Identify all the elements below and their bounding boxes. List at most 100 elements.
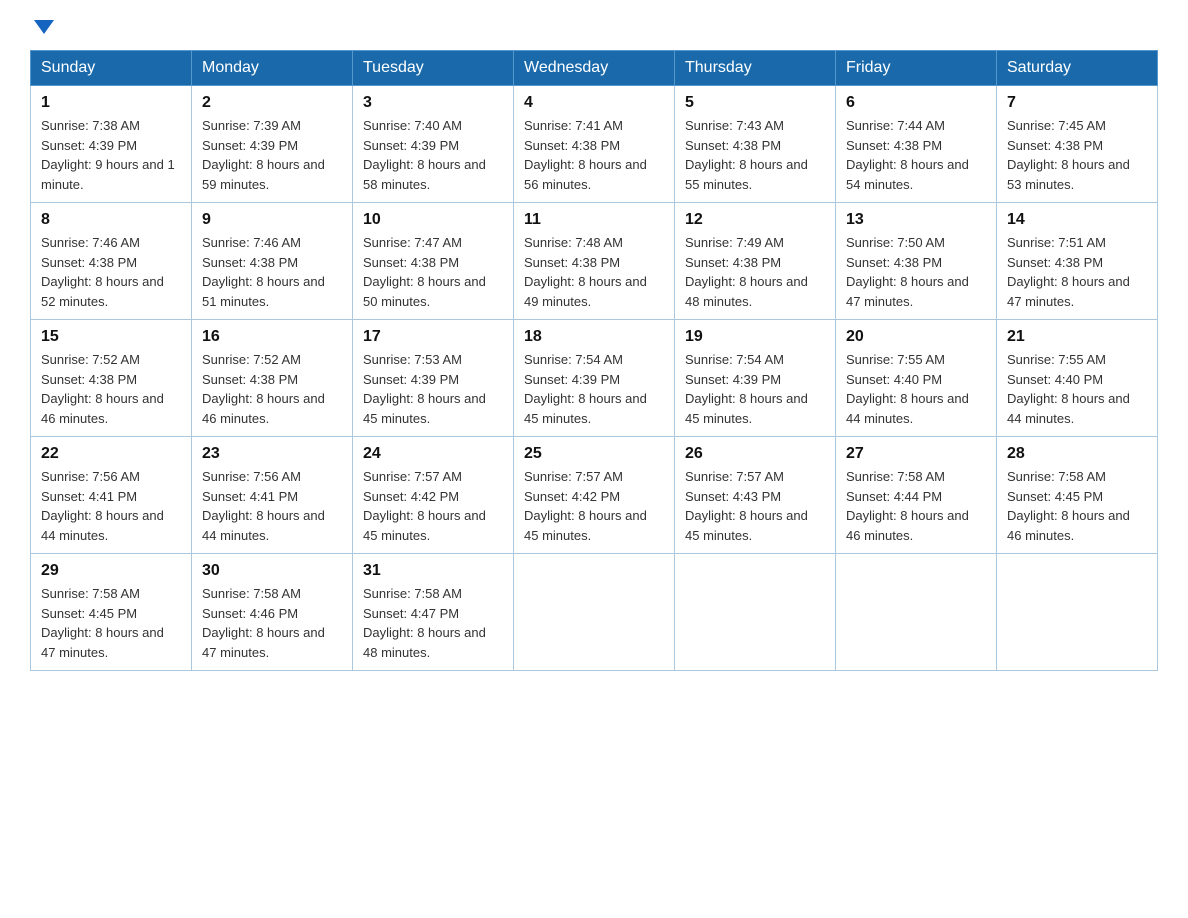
weekday-header-wednesday: Wednesday bbox=[514, 51, 675, 86]
calendar-table: SundayMondayTuesdayWednesdayThursdayFrid… bbox=[30, 50, 1158, 671]
day-number: 28 bbox=[1007, 445, 1147, 463]
day-number: 13 bbox=[846, 211, 986, 229]
day-number: 24 bbox=[363, 445, 503, 463]
calendar-week-row-3: 15 Sunrise: 7:52 AMSunset: 4:38 PMDaylig… bbox=[31, 320, 1158, 437]
day-number: 26 bbox=[685, 445, 825, 463]
calendar-day-10: 10 Sunrise: 7:47 AMSunset: 4:38 PMDaylig… bbox=[353, 203, 514, 320]
weekday-header-friday: Friday bbox=[836, 51, 997, 86]
day-info: Sunrise: 7:45 AMSunset: 4:38 PMDaylight:… bbox=[1007, 116, 1147, 194]
day-number: 22 bbox=[41, 445, 181, 463]
day-info: Sunrise: 7:57 AMSunset: 4:43 PMDaylight:… bbox=[685, 467, 825, 545]
day-number: 14 bbox=[1007, 211, 1147, 229]
calendar-day-27: 27 Sunrise: 7:58 AMSunset: 4:44 PMDaylig… bbox=[836, 437, 997, 554]
day-info: Sunrise: 7:50 AMSunset: 4:38 PMDaylight:… bbox=[846, 233, 986, 311]
day-info: Sunrise: 7:55 AMSunset: 4:40 PMDaylight:… bbox=[846, 350, 986, 428]
calendar-day-6: 6 Sunrise: 7:44 AMSunset: 4:38 PMDayligh… bbox=[836, 86, 997, 203]
calendar-empty-cell bbox=[997, 554, 1158, 671]
calendar-day-20: 20 Sunrise: 7:55 AMSunset: 4:40 PMDaylig… bbox=[836, 320, 997, 437]
calendar-day-29: 29 Sunrise: 7:58 AMSunset: 4:45 PMDaylig… bbox=[31, 554, 192, 671]
page-header bbox=[30, 20, 1158, 32]
calendar-day-13: 13 Sunrise: 7:50 AMSunset: 4:38 PMDaylig… bbox=[836, 203, 997, 320]
day-number: 10 bbox=[363, 211, 503, 229]
calendar-day-8: 8 Sunrise: 7:46 AMSunset: 4:38 PMDayligh… bbox=[31, 203, 192, 320]
calendar-day-12: 12 Sunrise: 7:49 AMSunset: 4:38 PMDaylig… bbox=[675, 203, 836, 320]
calendar-week-row-2: 8 Sunrise: 7:46 AMSunset: 4:38 PMDayligh… bbox=[31, 203, 1158, 320]
day-info: Sunrise: 7:58 AMSunset: 4:45 PMDaylight:… bbox=[1007, 467, 1147, 545]
calendar-day-18: 18 Sunrise: 7:54 AMSunset: 4:39 PMDaylig… bbox=[514, 320, 675, 437]
day-info: Sunrise: 7:38 AMSunset: 4:39 PMDaylight:… bbox=[41, 116, 181, 194]
calendar-empty-cell bbox=[514, 554, 675, 671]
day-number: 15 bbox=[41, 328, 181, 346]
logo bbox=[30, 20, 54, 32]
day-number: 8 bbox=[41, 211, 181, 229]
day-info: Sunrise: 7:44 AMSunset: 4:38 PMDaylight:… bbox=[846, 116, 986, 194]
calendar-week-row-4: 22 Sunrise: 7:56 AMSunset: 4:41 PMDaylig… bbox=[31, 437, 1158, 554]
calendar-day-3: 3 Sunrise: 7:40 AMSunset: 4:39 PMDayligh… bbox=[353, 86, 514, 203]
day-number: 1 bbox=[41, 94, 181, 112]
calendar-day-2: 2 Sunrise: 7:39 AMSunset: 4:39 PMDayligh… bbox=[192, 86, 353, 203]
calendar-day-7: 7 Sunrise: 7:45 AMSunset: 4:38 PMDayligh… bbox=[997, 86, 1158, 203]
day-info: Sunrise: 7:55 AMSunset: 4:40 PMDaylight:… bbox=[1007, 350, 1147, 428]
day-number: 20 bbox=[846, 328, 986, 346]
day-info: Sunrise: 7:53 AMSunset: 4:39 PMDaylight:… bbox=[363, 350, 503, 428]
calendar-day-24: 24 Sunrise: 7:57 AMSunset: 4:42 PMDaylig… bbox=[353, 437, 514, 554]
day-number: 5 bbox=[685, 94, 825, 112]
day-info: Sunrise: 7:49 AMSunset: 4:38 PMDaylight:… bbox=[685, 233, 825, 311]
calendar-empty-cell bbox=[836, 554, 997, 671]
day-number: 7 bbox=[1007, 94, 1147, 112]
calendar-day-1: 1 Sunrise: 7:38 AMSunset: 4:39 PMDayligh… bbox=[31, 86, 192, 203]
calendar-week-row-5: 29 Sunrise: 7:58 AMSunset: 4:45 PMDaylig… bbox=[31, 554, 1158, 671]
day-info: Sunrise: 7:43 AMSunset: 4:38 PMDaylight:… bbox=[685, 116, 825, 194]
day-number: 12 bbox=[685, 211, 825, 229]
calendar-day-21: 21 Sunrise: 7:55 AMSunset: 4:40 PMDaylig… bbox=[997, 320, 1158, 437]
calendar-empty-cell bbox=[675, 554, 836, 671]
day-number: 19 bbox=[685, 328, 825, 346]
calendar-day-16: 16 Sunrise: 7:52 AMSunset: 4:38 PMDaylig… bbox=[192, 320, 353, 437]
calendar-day-30: 30 Sunrise: 7:58 AMSunset: 4:46 PMDaylig… bbox=[192, 554, 353, 671]
day-info: Sunrise: 7:39 AMSunset: 4:39 PMDaylight:… bbox=[202, 116, 342, 194]
weekday-header-saturday: Saturday bbox=[997, 51, 1158, 86]
day-info: Sunrise: 7:52 AMSunset: 4:38 PMDaylight:… bbox=[41, 350, 181, 428]
day-number: 30 bbox=[202, 562, 342, 580]
day-info: Sunrise: 7:58 AMSunset: 4:46 PMDaylight:… bbox=[202, 584, 342, 662]
weekday-header-thursday: Thursday bbox=[675, 51, 836, 86]
calendar-day-9: 9 Sunrise: 7:46 AMSunset: 4:38 PMDayligh… bbox=[192, 203, 353, 320]
calendar-day-17: 17 Sunrise: 7:53 AMSunset: 4:39 PMDaylig… bbox=[353, 320, 514, 437]
calendar-week-row-1: 1 Sunrise: 7:38 AMSunset: 4:39 PMDayligh… bbox=[31, 86, 1158, 203]
day-info: Sunrise: 7:58 AMSunset: 4:45 PMDaylight:… bbox=[41, 584, 181, 662]
day-number: 16 bbox=[202, 328, 342, 346]
day-info: Sunrise: 7:48 AMSunset: 4:38 PMDaylight:… bbox=[524, 233, 664, 311]
day-info: Sunrise: 7:51 AMSunset: 4:38 PMDaylight:… bbox=[1007, 233, 1147, 311]
logo-arrow-icon bbox=[34, 20, 54, 34]
calendar-day-28: 28 Sunrise: 7:58 AMSunset: 4:45 PMDaylig… bbox=[997, 437, 1158, 554]
calendar-day-15: 15 Sunrise: 7:52 AMSunset: 4:38 PMDaylig… bbox=[31, 320, 192, 437]
day-number: 23 bbox=[202, 445, 342, 463]
day-info: Sunrise: 7:40 AMSunset: 4:39 PMDaylight:… bbox=[363, 116, 503, 194]
day-info: Sunrise: 7:56 AMSunset: 4:41 PMDaylight:… bbox=[202, 467, 342, 545]
day-info: Sunrise: 7:46 AMSunset: 4:38 PMDaylight:… bbox=[41, 233, 181, 311]
day-number: 21 bbox=[1007, 328, 1147, 346]
day-info: Sunrise: 7:58 AMSunset: 4:47 PMDaylight:… bbox=[363, 584, 503, 662]
day-number: 3 bbox=[363, 94, 503, 112]
calendar-day-23: 23 Sunrise: 7:56 AMSunset: 4:41 PMDaylig… bbox=[192, 437, 353, 554]
day-info: Sunrise: 7:54 AMSunset: 4:39 PMDaylight:… bbox=[685, 350, 825, 428]
day-info: Sunrise: 7:56 AMSunset: 4:41 PMDaylight:… bbox=[41, 467, 181, 545]
weekday-header-monday: Monday bbox=[192, 51, 353, 86]
calendar-day-31: 31 Sunrise: 7:58 AMSunset: 4:47 PMDaylig… bbox=[353, 554, 514, 671]
weekday-header-row: SundayMondayTuesdayWednesdayThursdayFrid… bbox=[31, 51, 1158, 86]
calendar-day-11: 11 Sunrise: 7:48 AMSunset: 4:38 PMDaylig… bbox=[514, 203, 675, 320]
day-number: 6 bbox=[846, 94, 986, 112]
day-number: 31 bbox=[363, 562, 503, 580]
calendar-day-14: 14 Sunrise: 7:51 AMSunset: 4:38 PMDaylig… bbox=[997, 203, 1158, 320]
calendar-day-26: 26 Sunrise: 7:57 AMSunset: 4:43 PMDaylig… bbox=[675, 437, 836, 554]
day-number: 4 bbox=[524, 94, 664, 112]
day-number: 2 bbox=[202, 94, 342, 112]
day-number: 27 bbox=[846, 445, 986, 463]
day-info: Sunrise: 7:58 AMSunset: 4:44 PMDaylight:… bbox=[846, 467, 986, 545]
day-info: Sunrise: 7:54 AMSunset: 4:39 PMDaylight:… bbox=[524, 350, 664, 428]
day-info: Sunrise: 7:57 AMSunset: 4:42 PMDaylight:… bbox=[363, 467, 503, 545]
day-info: Sunrise: 7:47 AMSunset: 4:38 PMDaylight:… bbox=[363, 233, 503, 311]
weekday-header-sunday: Sunday bbox=[31, 51, 192, 86]
day-number: 9 bbox=[202, 211, 342, 229]
day-number: 11 bbox=[524, 211, 664, 229]
